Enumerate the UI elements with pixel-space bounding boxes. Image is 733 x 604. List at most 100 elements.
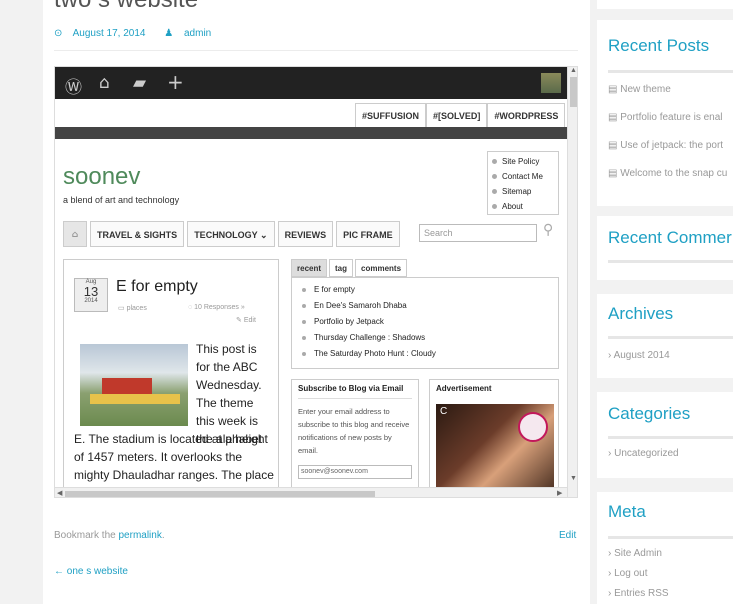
ad-logo bbox=[518, 412, 548, 442]
search-input[interactable]: Search bbox=[419, 224, 537, 242]
plus-icon[interactable]: + bbox=[167, 70, 184, 94]
widget-title: Recent Posts bbox=[608, 36, 710, 55]
sidebar-link[interactable]: › Uncategorized bbox=[608, 448, 679, 459]
tag-wordpress[interactable]: #WORDPRESS bbox=[487, 103, 566, 127]
wordpress-icon[interactable]: Ⓦ bbox=[65, 73, 82, 98]
subscribe-heading: Subscribe to Blog via Email bbox=[298, 384, 412, 399]
nav-item[interactable]: PIC FRAME bbox=[336, 221, 400, 247]
comment-icon[interactable]: ▰ bbox=[133, 73, 146, 93]
sidebar-link[interactable]: ▤ Use of jetpack: the port bbox=[608, 140, 723, 151]
divider bbox=[608, 260, 733, 263]
ad-heading: Advertisement bbox=[436, 384, 492, 393]
sidebar: Recent Posts ▤ New theme ▤ Portfolio fea… bbox=[597, 0, 733, 604]
ad-image[interactable]: C bbox=[436, 404, 554, 497]
document-icon: ▤ bbox=[608, 84, 618, 95]
nav-item[interactable]: REVIEWS bbox=[277, 221, 334, 247]
advertisement-widget: Advertisement C bbox=[429, 379, 559, 497]
list-item[interactable]: Portfolio by Jetpack bbox=[300, 314, 550, 330]
subscribe-text: Enter your email address to subscribe to… bbox=[298, 407, 410, 455]
list-item[interactable]: The Saturday Photo Hunt : Cloudy bbox=[300, 346, 550, 362]
tab-recent[interactable]: recent bbox=[291, 259, 328, 277]
close-icon[interactable]: C bbox=[440, 406, 447, 417]
post-title[interactable]: two s website bbox=[54, 0, 198, 14]
chevron-right-icon: › bbox=[608, 448, 612, 459]
post-meta: ⊙ August 17, 2014 ♟ admin bbox=[54, 28, 227, 39]
page-link[interactable]: Contact Me bbox=[492, 169, 554, 184]
subscribe-widget: Subscribe to Blog via Email Enter your e… bbox=[291, 379, 419, 497]
recent-comments-widget: Recent Commer bbox=[597, 216, 733, 280]
comment-icon: ◌ bbox=[188, 304, 193, 311]
nav-item[interactable]: TECHNOLOGY ⌄ bbox=[187, 221, 275, 247]
document-icon: ▤ bbox=[608, 112, 618, 123]
nav-home-icon[interactable]: ⌂ bbox=[63, 221, 87, 247]
divider bbox=[54, 50, 578, 51]
dark-bar bbox=[55, 127, 567, 139]
scroll-up-icon[interactable]: ▲ bbox=[570, 67, 577, 74]
edit-link[interactable]: Edit bbox=[559, 530, 576, 541]
divider bbox=[608, 536, 733, 539]
tab-tag[interactable]: tag bbox=[329, 259, 354, 277]
recent-posts-widget: Recent Posts ▤ New theme ▤ Portfolio fea… bbox=[597, 20, 733, 206]
home-icon[interactable]: ⌂ bbox=[99, 73, 110, 93]
archives-widget: Archives › August 2014 bbox=[597, 294, 733, 378]
recent-list: E for empty En Dee's Samaroh Dhaba Portf… bbox=[291, 277, 559, 369]
search-icon[interactable]: ⚲ bbox=[543, 222, 553, 238]
document-icon: ▤ bbox=[608, 140, 618, 151]
page-link[interactable]: Sitemap bbox=[492, 184, 554, 199]
sidebar-link[interactable]: › August 2014 bbox=[608, 350, 670, 361]
tag-suffusion[interactable]: #SUFFUSION bbox=[355, 103, 427, 127]
sidebar-link[interactable]: ▤ New theme bbox=[608, 84, 671, 95]
post-date[interactable]: ⊙ August 17, 2014 bbox=[54, 28, 153, 39]
previous-post-link[interactable]: ← one s website bbox=[54, 566, 128, 577]
vertical-scrollbar[interactable]: ▲ ▼ bbox=[567, 67, 577, 497]
post-article: two s website ⊙ August 17, 2014 ♟ admin … bbox=[43, 0, 590, 604]
preview-category[interactable]: ▭ places bbox=[118, 304, 147, 312]
sidebar-link[interactable]: › Entries RSS bbox=[608, 588, 669, 599]
widget-title: Archives bbox=[608, 304, 674, 323]
sidebar-link[interactable]: ▤ Portfolio feature is enal bbox=[608, 112, 723, 123]
list-item[interactable]: E for empty bbox=[300, 282, 550, 298]
avatar[interactable] bbox=[541, 73, 561, 93]
preview-post-title[interactable]: E for empty bbox=[116, 278, 198, 296]
blog-tagline: a blend of art and technology bbox=[63, 195, 180, 205]
edit-icon: ✎ bbox=[236, 317, 242, 324]
meta-widget: Meta › Site Admin › Log out › Entries RS… bbox=[597, 492, 733, 604]
tag-solved[interactable]: #[SOLVED] bbox=[426, 103, 488, 127]
pages-list: Site Policy Contact Me Sitemap About bbox=[487, 151, 559, 215]
scroll-down-icon[interactable]: ▼ bbox=[570, 475, 577, 482]
clock-icon: ⊙ bbox=[54, 28, 63, 39]
tab-comments[interactable]: comments bbox=[355, 259, 408, 277]
nav-item[interactable]: TRAVEL & SIGHTS bbox=[90, 221, 185, 247]
widget-title: Recent Commer bbox=[608, 228, 732, 247]
stadium-image bbox=[80, 344, 188, 426]
chevron-right-icon: › bbox=[608, 350, 612, 361]
tag-bar: #SUFFUSION #[SOLVED] #WORDPRESS bbox=[355, 103, 566, 127]
blog-name[interactable]: soonev bbox=[63, 163, 140, 191]
date-box: Aug 13 2014 bbox=[74, 278, 108, 312]
divider bbox=[608, 436, 733, 439]
page-link[interactable]: About bbox=[492, 199, 554, 214]
preview-responses[interactable]: ◌ 10 Responses » bbox=[188, 304, 245, 311]
scroll-thumb[interactable] bbox=[65, 491, 375, 497]
user-icon: ♟ bbox=[164, 28, 174, 39]
chevron-right-icon: › bbox=[608, 548, 612, 559]
scroll-left-icon[interactable]: ◀ bbox=[57, 489, 62, 497]
folder-icon: ▭ bbox=[118, 305, 125, 312]
page-link[interactable]: Site Policy bbox=[492, 154, 554, 169]
sidebar-link[interactable]: ▤ Welcome to the snap cu bbox=[608, 168, 727, 179]
permalink-link[interactable]: permalink bbox=[118, 530, 161, 541]
embedded-screenshot: Ⓦ ⌂ ▰ + #SUFFUSION #[SOLVED] #WORDPRESS … bbox=[54, 66, 578, 498]
scroll-thumb[interactable] bbox=[570, 77, 577, 107]
list-item[interactable]: En Dee's Samaroh Dhaba bbox=[300, 298, 550, 314]
post-author[interactable]: ♟ admin bbox=[164, 28, 219, 39]
horizontal-scrollbar[interactable]: ◀ ▶ bbox=[55, 487, 567, 497]
scroll-right-icon[interactable]: ▶ bbox=[557, 489, 562, 497]
widget-title: Meta bbox=[608, 502, 646, 521]
sidebar-link[interactable]: › Log out bbox=[608, 568, 648, 579]
preview-edit[interactable]: ✎ Edit bbox=[236, 316, 256, 324]
list-item[interactable]: Thursday Challenge : Shadows bbox=[300, 330, 550, 346]
widget-title: Categories bbox=[608, 404, 691, 423]
document-icon: ▤ bbox=[608, 168, 618, 179]
sidebar-link[interactable]: › Site Admin bbox=[608, 548, 662, 559]
email-field[interactable]: soonev@soonev.com bbox=[298, 465, 412, 479]
